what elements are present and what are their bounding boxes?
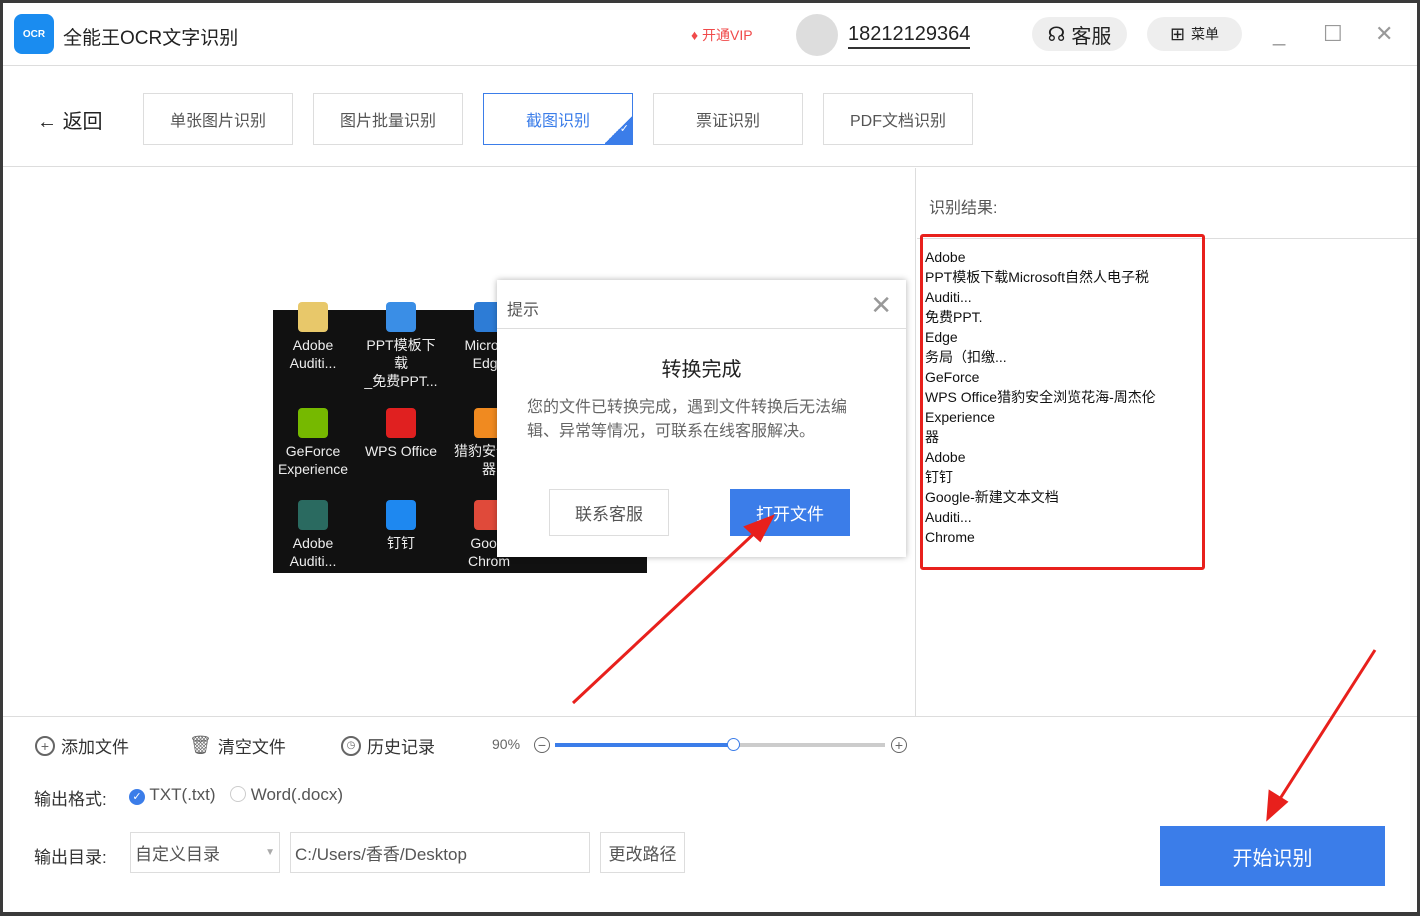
arrow-to-open-file [571, 526, 762, 705]
annotation-arrows [571, 514, 1377, 822]
arrow-to-start [1274, 649, 1377, 806]
